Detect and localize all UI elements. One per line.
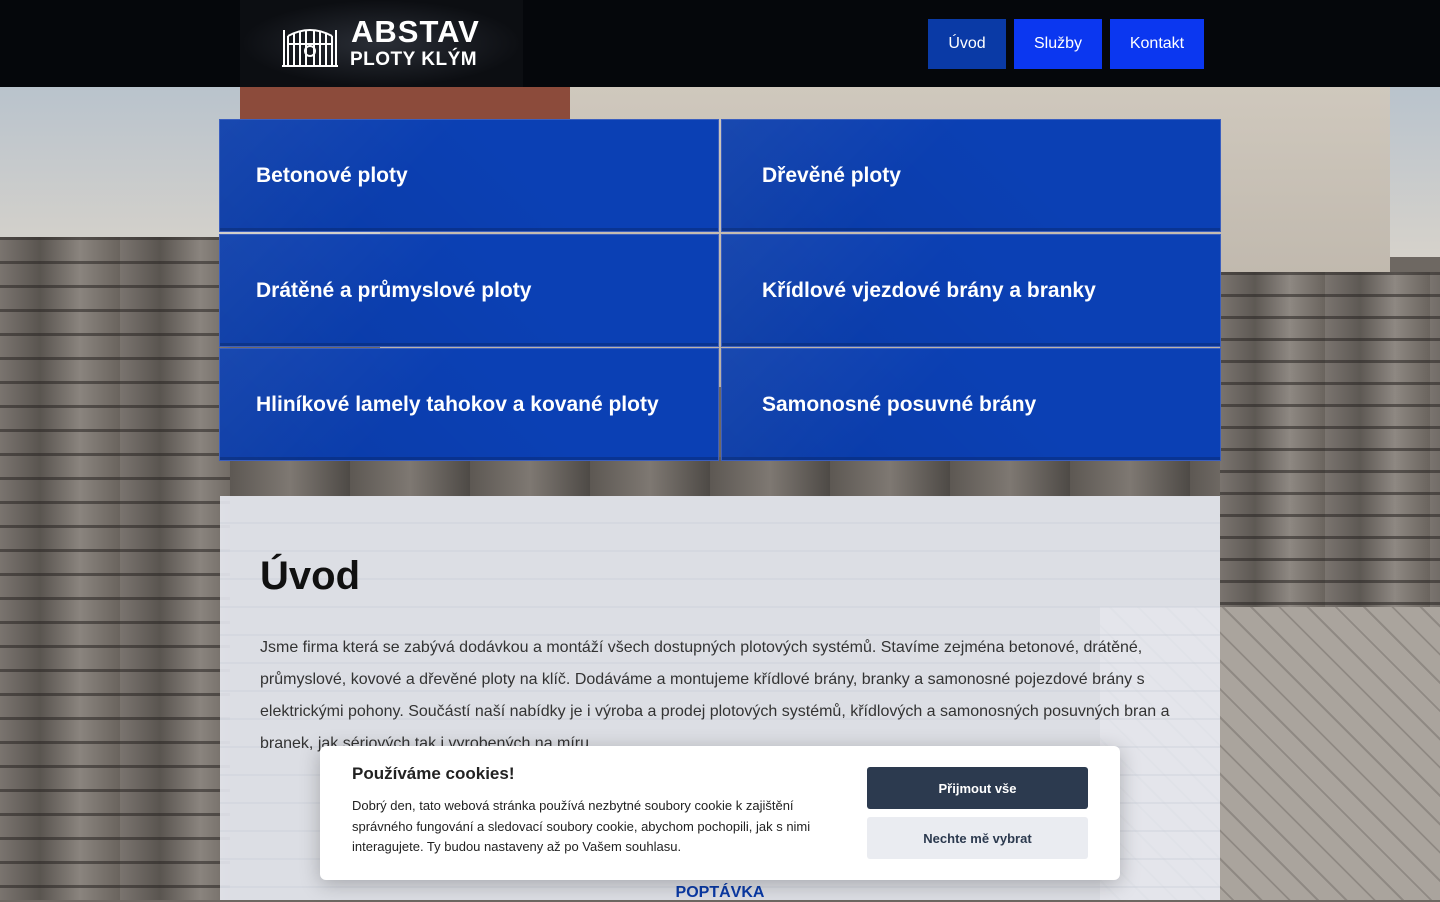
category-label: Betonové ploty [256,163,408,187]
category-label: Samonosné posuvné brány [762,392,1037,416]
intro-heading: Úvod [260,554,360,598]
background-fence-mid [230,457,1220,497]
category-tile-kridlove[interactable]: Křídlové vjezdové brány a branky [721,234,1221,347]
poptavka-link[interactable]: POPTÁVKA [220,884,1220,902]
category-label: Dřevěné ploty [762,163,901,187]
category-tile-samonosne[interactable]: Samonosné posuvné brány [721,348,1221,461]
cookie-title: Používáme cookies! [352,764,515,783]
nav-kontakt[interactable]: Kontakt [1110,19,1204,69]
category-grid: Betonové ploty Dřevěné ploty Drátěné a p… [219,119,1221,462]
nav-uvod[interactable]: Úvod [928,19,1006,69]
accept-all-button[interactable]: Přijmout vše [867,767,1088,809]
category-tile-betonove[interactable]: Betonové ploty [219,119,719,232]
category-tile-hlinikove[interactable]: Hliníkové lamely tahokov a kované ploty [219,348,719,461]
category-label: Drátěné a průmyslové ploty [256,278,532,302]
gate-icon [282,29,338,67]
nav-sluzby[interactable]: Služby [1014,19,1102,69]
category-tile-dratene[interactable]: Drátěné a průmyslové ploty [219,234,719,347]
logo-title: ABSTAV [351,14,480,49]
intro-text: Jsme firma která se zabývá dodávkou a mo… [260,639,1170,752]
category-label: Hliníkové lamely tahokov a kované ploty [256,392,659,416]
site-header: ABSTAV PLOTY KLÝM Úvod Služby Kontakt [0,0,1440,87]
choose-cookies-button[interactable]: Nechte mě vybrat [867,817,1088,859]
background-fence-left [0,237,230,900]
cookie-text: Dobrý den, tato webová stránka používá n… [352,798,811,854]
category-label: Křídlové vjezdové brány a branky [762,278,1096,302]
logo-subtitle: PLOTY KLÝM [350,49,478,70]
cookie-banner: Používáme cookies! Dobrý den, tato webov… [320,746,1120,880]
category-tile-drevene[interactable]: Dřevěné ploty [721,119,1221,232]
